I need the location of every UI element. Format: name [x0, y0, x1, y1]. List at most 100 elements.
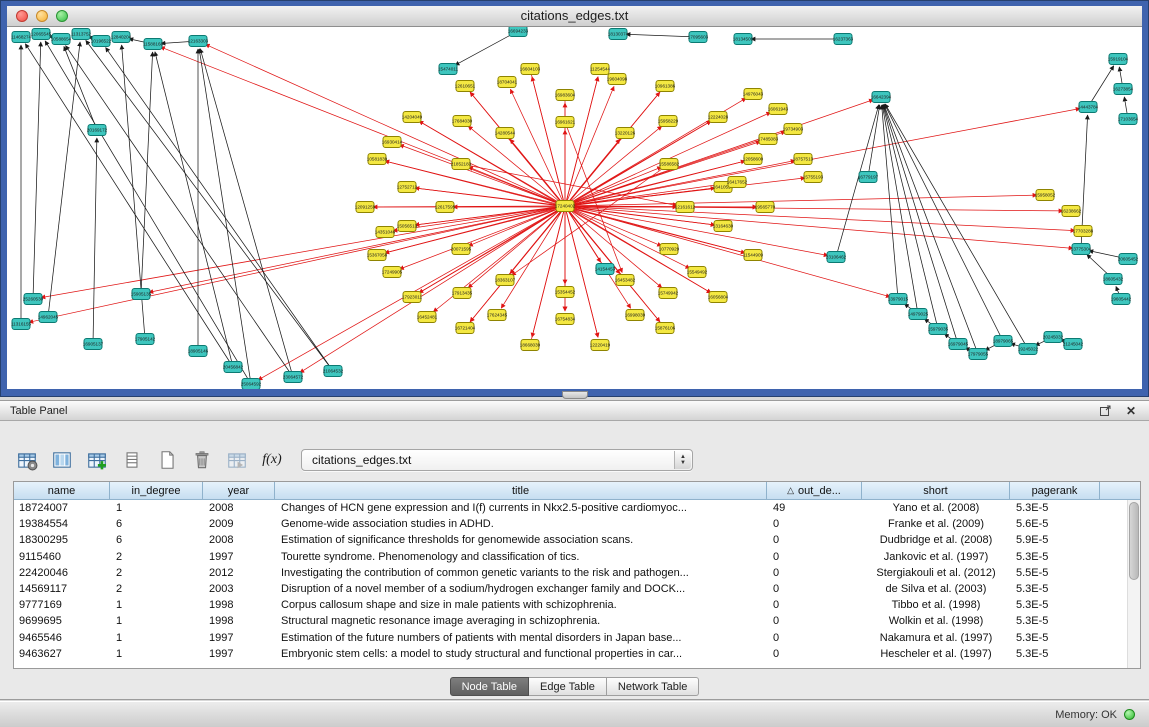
graph-node[interactable]: 14962045 [38, 312, 59, 323]
graph-node[interactable]: 12091259 [355, 202, 376, 213]
graph-node[interactable]: 16237363 [833, 34, 854, 45]
graph-node[interactable]: 17905142 [135, 334, 156, 345]
graph-node[interactable]: 15367058 [367, 250, 388, 261]
graph-node[interactable]: 17703288 [1073, 226, 1094, 237]
tab-node-table[interactable]: Node Table [450, 677, 529, 696]
graph-node[interactable]: 16417652 [727, 177, 748, 188]
column-header-pagerank[interactable]: pagerank [1010, 482, 1100, 500]
column-header-name[interactable]: name [14, 482, 110, 500]
graph-node[interactable]: 14154453 [595, 264, 616, 275]
graph-node[interactable]: 17923011 [402, 292, 423, 303]
column-header-year[interactable]: year [203, 482, 275, 500]
graph-node[interactable]: 11588168 [143, 39, 164, 50]
graph-node[interactable]: 15905135 [131, 289, 152, 300]
delete-table-icon[interactable] [189, 447, 215, 473]
graph-node[interactable]: 17240402 [555, 201, 576, 212]
table-row[interactable]: 946362711997Embryonic stem cells: a mode… [14, 646, 1127, 662]
graph-node[interactable]: 12840204 [111, 32, 132, 43]
graph-node[interactable]: 15958052 [1035, 190, 1056, 201]
table-row[interactable]: 911546021997Tourette syndrome. Phenomeno… [14, 549, 1127, 565]
close-window-button[interactable] [16, 10, 28, 22]
graph-node[interactable]: 18979065 [993, 336, 1014, 347]
graph-node[interactable]: 16961621 [555, 117, 576, 128]
table-row[interactable]: 1456911722003Disruption of a novel membe… [14, 581, 1127, 597]
graph-node[interactable]: 15056513 [397, 221, 418, 232]
import-table-icon[interactable] [224, 447, 250, 473]
graph-node[interactable]: 17095603 [688, 32, 709, 43]
new-table-icon[interactable] [154, 447, 180, 473]
graph-node[interactable]: 13164630 [713, 221, 734, 232]
graph-node[interactable]: 12065545 [31, 29, 52, 40]
graph-node[interactable]: 14979025 [908, 309, 929, 320]
network-canvas[interactable]: 1724040219565770120586001222402810961386… [7, 27, 1142, 389]
table-row[interactable]: 2242004622012Investigating the contribut… [14, 565, 1127, 581]
graph-node[interactable]: 20169172 [87, 125, 108, 136]
graph-node[interactable]: 15549492 [687, 267, 708, 278]
table-row[interactable]: 1830029562008Estimation of significance … [14, 532, 1127, 548]
graph-node[interactable]: 18363107 [495, 275, 516, 286]
graph-node[interactable]: 16905137 [83, 339, 104, 350]
graph-node[interactable]: 16642394 [871, 92, 892, 103]
graph-node[interactable]: 11316155 [11, 319, 32, 330]
graph-node[interactable]: 16979045 [948, 339, 969, 350]
zoom-window-button[interactable] [56, 10, 68, 22]
graph-node[interactable]: 12161612 [675, 202, 696, 213]
graph-node[interactable]: 10770929 [659, 244, 680, 255]
graph-node[interactable]: 17624345 [487, 310, 508, 321]
graph-node[interactable]: 16779197 [858, 172, 879, 183]
graph-node[interactable]: 14443784 [1078, 102, 1099, 113]
graph-node[interactable]: 16452481 [417, 312, 438, 323]
graph-node[interactable]: 14976043 [743, 89, 764, 100]
graph-node[interactable]: 16930414 [382, 137, 403, 148]
column-header-out_de[interactable]: △out_de... [767, 482, 862, 500]
graph-node[interactable]: 11313752 [71, 29, 92, 40]
function-builder-icon[interactable]: f(x) [259, 447, 285, 473]
graph-node[interactable]: 13775304 [1071, 244, 1092, 255]
graph-node[interactable]: 16061943 [768, 104, 789, 115]
tab-edge-table[interactable]: Edge Table [529, 677, 607, 696]
graph-node[interactable]: 18130374 [608, 29, 629, 40]
graph-node[interactable]: 17979055 [968, 349, 989, 360]
graph-node[interactable]: 16273854 [1113, 84, 1134, 95]
graph-node[interactable]: 18134509 [733, 34, 754, 45]
graph-node[interactable]: 20456842 [223, 362, 244, 373]
table-row[interactable]: 969969511998Structural magnetic resonanc… [14, 613, 1127, 629]
graph-node[interactable]: 10581839 [367, 154, 388, 165]
scrollbar-thumb[interactable] [1129, 502, 1139, 580]
graph-node[interactable]: 12224028 [708, 112, 729, 123]
graph-node[interactable]: 12058600 [743, 154, 764, 165]
graph-node[interactable]: 15979035 [928, 324, 949, 335]
graph-node[interactable]: 19245022 [1018, 344, 1039, 355]
network-window-titlebar[interactable]: citations_edges.txt [7, 6, 1142, 27]
graph-node[interactable]: 15919104 [1108, 54, 1129, 65]
graph-node[interactable]: 20605452 [1118, 254, 1139, 265]
graph-node[interactable]: 23106462 [826, 252, 847, 263]
graph-node[interactable]: 12610651 [455, 81, 476, 92]
select-columns-icon[interactable] [49, 447, 75, 473]
graph-node[interactable]: 15749942 [658, 288, 679, 299]
graph-node[interactable]: 11254544 [590, 64, 611, 75]
graph-node[interactable]: 16694233 [508, 27, 529, 37]
graph-node[interactable]: 14204049 [402, 112, 423, 123]
graph-node[interactable]: 14351046 [375, 227, 396, 238]
graph-node[interactable]: 23064572 [283, 372, 304, 383]
table-row[interactable]: 946554611997Estimation of the future num… [14, 630, 1127, 646]
graph-node[interactable]: 15474011 [438, 64, 459, 75]
graph-node[interactable]: 20245032 [1043, 332, 1064, 343]
column-header-title[interactable]: title [275, 482, 767, 500]
graph-node[interactable]: 19605442 [1111, 294, 1132, 305]
table-row[interactable]: 977716911998Corpus callosum shape and si… [14, 597, 1127, 613]
graph-node[interactable]: 16056804 [708, 292, 729, 303]
float-panel-icon[interactable] [1097, 403, 1113, 419]
graph-node[interactable]: 18757513 [793, 154, 814, 165]
graph-node[interactable]: 19604098 [607, 74, 628, 85]
column-header-short[interactable]: short [862, 482, 1010, 500]
graph-node[interactable]: 21852183 [451, 159, 472, 170]
graph-node[interactable]: 16754834 [555, 314, 576, 325]
graph-node[interactable]: 19734903 [783, 124, 804, 135]
graph-node[interactable]: 12752712 [397, 182, 418, 193]
graph-node[interactable]: 17684030 [452, 116, 473, 127]
graph-node[interactable]: 16983604 [555, 90, 576, 101]
graph-node[interactable]: 17485083 [758, 134, 779, 145]
graph-node[interactable]: 25260530 [23, 294, 44, 305]
